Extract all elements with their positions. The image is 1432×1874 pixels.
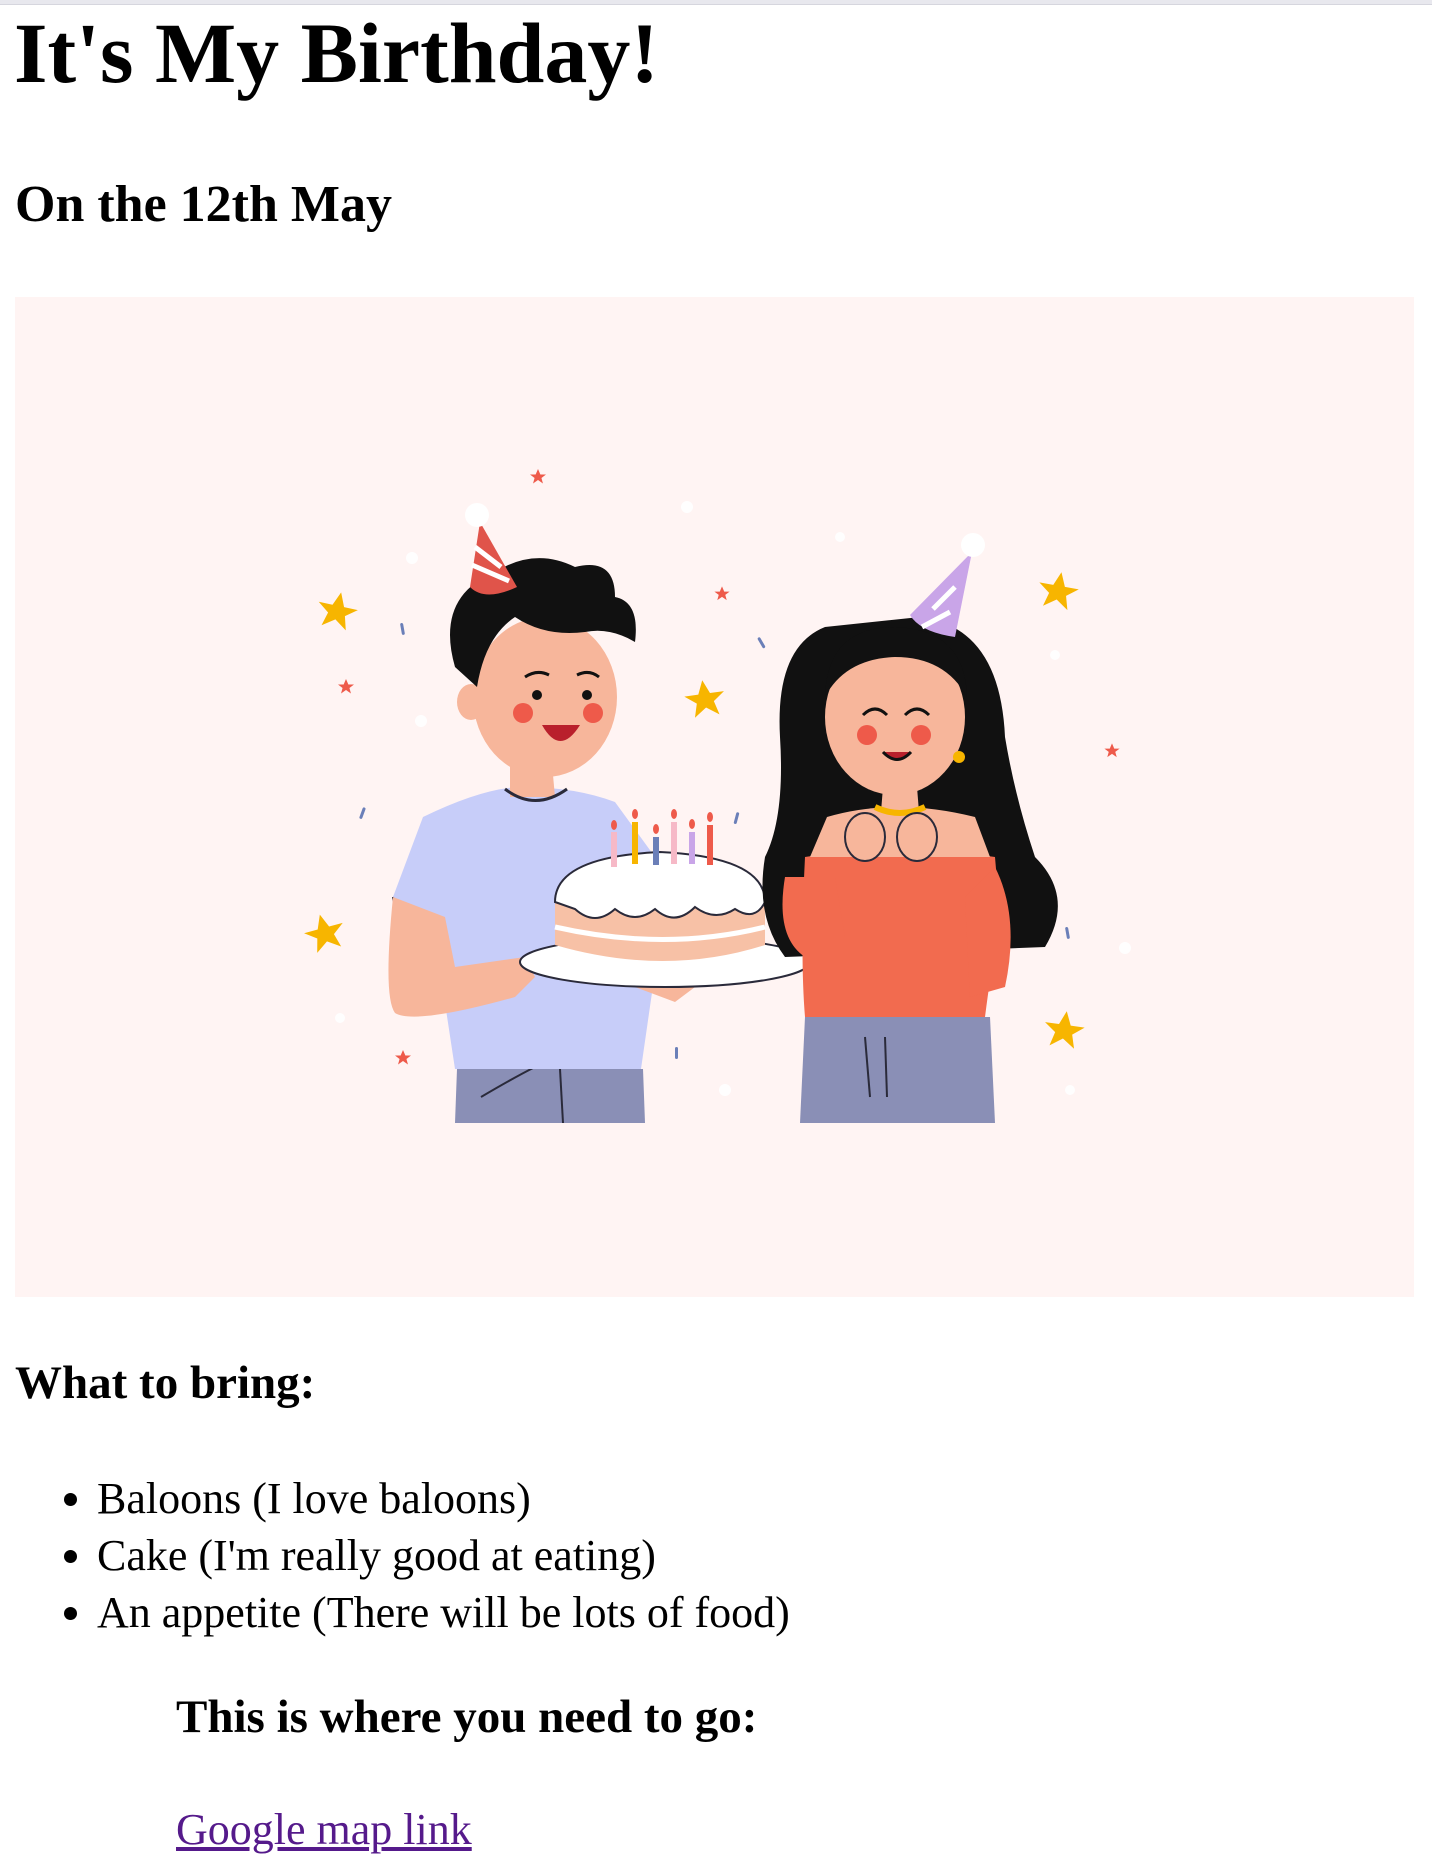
google-map-link[interactable]: Google map link xyxy=(176,1805,472,1854)
bring-list: Baloons (I love baloons) Cake (I'm reall… xyxy=(15,1470,790,1641)
page-subtitle: On the 12th May xyxy=(15,176,392,233)
boy-figure xyxy=(388,503,695,1124)
page-title: It's My Birthday! xyxy=(14,5,659,101)
list-item: An appetite (There will be lots of food) xyxy=(97,1584,790,1641)
girl-figure xyxy=(762,533,1058,1123)
birthday-illustration xyxy=(15,297,1414,1297)
bring-heading: What to bring: xyxy=(15,1357,316,1409)
list-item: Cake (I'm really good at eating) xyxy=(97,1527,790,1584)
directions-heading: This is where you need to go: xyxy=(176,1691,758,1743)
list-item: Baloons (I love baloons) xyxy=(97,1470,790,1527)
